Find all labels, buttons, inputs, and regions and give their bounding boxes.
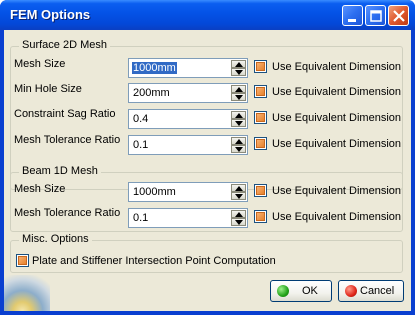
s2d-constraint-sag-ratio-label: Constraint Sag Ratio	[14, 108, 116, 120]
arrow-up-icon	[235, 87, 243, 92]
arrow-up-icon	[235, 62, 243, 67]
checkbox-mark-icon	[256, 139, 265, 148]
s2d-min-hole-size-label: Min Hole Size	[14, 83, 82, 95]
cancel-icon	[345, 285, 357, 297]
b1d-mesh-tolerance-ratio-label: Mesh Tolerance Ratio	[14, 207, 121, 219]
checkbox-mark-icon	[256, 62, 265, 71]
s2d-min-hole-size-up-button[interactable]	[231, 85, 246, 93]
ok-icon	[277, 285, 289, 297]
s2d-constraint-sag-ratio-value[interactable]: 0.4	[133, 113, 148, 125]
arrow-down-icon	[235, 220, 243, 225]
s2d-mesh-size-equiv-label[interactable]: Use Equivalent Dimension	[272, 61, 401, 73]
b1d-mesh-size-label: Mesh Size	[14, 183, 66, 195]
b1d-mesh-size-equiv-label[interactable]: Use Equivalent Dimension	[272, 185, 401, 197]
b1d-mesh-size-up-button[interactable]	[231, 184, 246, 192]
s2d-mesh-size-down-button[interactable]	[231, 68, 246, 76]
s2d-min-hole-size-equiv-label[interactable]: Use Equivalent Dimension	[272, 86, 401, 98]
misc-options-legend: Misc. Options	[19, 233, 92, 245]
s2d-mesh-tolerance-ratio-up-button[interactable]	[231, 137, 246, 145]
s2d-mesh-tolerance-ratio-equiv-checkbox[interactable]	[254, 137, 267, 150]
dialog-body: Surface 2D Mesh Mesh Size 1000mm Use Equ…	[4, 30, 411, 311]
plate-stiffener-label[interactable]: Plate and Stiffener Intersection Point C…	[32, 255, 276, 267]
arrow-down-icon	[235, 70, 243, 75]
arrow-up-icon	[235, 113, 243, 118]
s2d-mesh-size-value[interactable]: 1000mm	[132, 62, 177, 74]
plate-stiffener-checkbox[interactable]	[16, 254, 29, 267]
arrow-up-icon	[235, 212, 243, 217]
s2d-mesh-tolerance-ratio-value[interactable]: 0.1	[133, 139, 148, 151]
arrow-up-icon	[235, 139, 243, 144]
arrow-down-icon	[235, 194, 243, 199]
b1d-mesh-size-spinner[interactable]: 1000mm	[128, 182, 248, 202]
s2d-mesh-tolerance-ratio-down-button[interactable]	[231, 145, 246, 153]
arrow-up-icon	[235, 186, 243, 191]
ok-button[interactable]: OK	[270, 280, 332, 302]
close-button[interactable]	[388, 5, 409, 26]
arrow-down-icon	[235, 121, 243, 126]
checkbox-mark-icon	[256, 212, 265, 221]
b1d-mesh-tolerance-ratio-up-button[interactable]	[231, 210, 246, 218]
cancel-label: Cancel	[360, 285, 395, 297]
minimize-icon	[348, 19, 356, 22]
s2d-constraint-sag-ratio-equiv-label[interactable]: Use Equivalent Dimension	[272, 112, 401, 124]
arrow-down-icon	[235, 95, 243, 100]
s2d-mesh-size-spinner[interactable]: 1000mm	[128, 58, 248, 78]
s2d-constraint-sag-ratio-spinner[interactable]: 0.4	[128, 109, 248, 129]
s2d-constraint-sag-ratio-equiv-checkbox[interactable]	[254, 111, 267, 124]
s2d-mesh-size-label: Mesh Size	[14, 58, 66, 70]
b1d-mesh-tolerance-ratio-equiv-checkbox[interactable]	[254, 210, 267, 223]
catia-logo-icon	[4, 275, 50, 311]
b1d-mesh-tolerance-ratio-spinner[interactable]: 0.1	[128, 208, 248, 228]
maximize-button[interactable]	[365, 5, 386, 26]
b1d-mesh-tolerance-ratio-equiv-label[interactable]: Use Equivalent Dimension	[272, 211, 401, 223]
checkbox-mark-icon	[256, 87, 265, 96]
s2d-min-hole-size-value[interactable]: 200mm	[133, 87, 170, 99]
b1d-mesh-size-equiv-checkbox[interactable]	[254, 184, 267, 197]
s2d-mesh-tolerance-ratio-equiv-label[interactable]: Use Equivalent Dimension	[272, 138, 401, 150]
s2d-min-hole-size-spinner[interactable]: 200mm	[128, 83, 248, 103]
checkbox-mark-icon	[256, 113, 265, 122]
s2d-constraint-sag-ratio-down-button[interactable]	[231, 119, 246, 127]
cancel-button[interactable]: Cancel	[338, 280, 404, 302]
s2d-mesh-tolerance-ratio-label: Mesh Tolerance Ratio	[14, 134, 121, 146]
s2d-mesh-size-up-button[interactable]	[231, 60, 246, 68]
b1d-mesh-tolerance-ratio-down-button[interactable]	[231, 218, 246, 226]
arrow-down-icon	[235, 147, 243, 152]
surface-2d-mesh-legend: Surface 2D Mesh	[19, 39, 110, 51]
s2d-mesh-tolerance-ratio-spinner[interactable]: 0.1	[128, 135, 248, 155]
ok-label: OK	[302, 285, 318, 297]
s2d-constraint-sag-ratio-up-button[interactable]	[231, 111, 246, 119]
b1d-mesh-size-down-button[interactable]	[231, 192, 246, 200]
fem-options-window: FEM Options Surface 2D Mesh Mesh Size 10…	[0, 0, 415, 315]
minimize-button[interactable]	[342, 5, 363, 26]
s2d-min-hole-size-equiv-checkbox[interactable]	[254, 85, 267, 98]
window-title: FEM Options	[10, 7, 91, 22]
b1d-mesh-size-value[interactable]: 1000mm	[133, 186, 176, 198]
title-bar[interactable]: FEM Options	[0, 0, 415, 30]
beam-1d-mesh-legend: Beam 1D Mesh	[19, 165, 101, 177]
close-icon	[393, 10, 405, 22]
checkbox-mark-icon	[18, 256, 27, 265]
checkbox-mark-icon	[256, 186, 265, 195]
maximize-icon	[370, 10, 382, 22]
s2d-min-hole-size-down-button[interactable]	[231, 93, 246, 101]
s2d-mesh-size-equiv-checkbox[interactable]	[254, 60, 267, 73]
b1d-mesh-tolerance-ratio-value[interactable]: 0.1	[133, 212, 148, 224]
